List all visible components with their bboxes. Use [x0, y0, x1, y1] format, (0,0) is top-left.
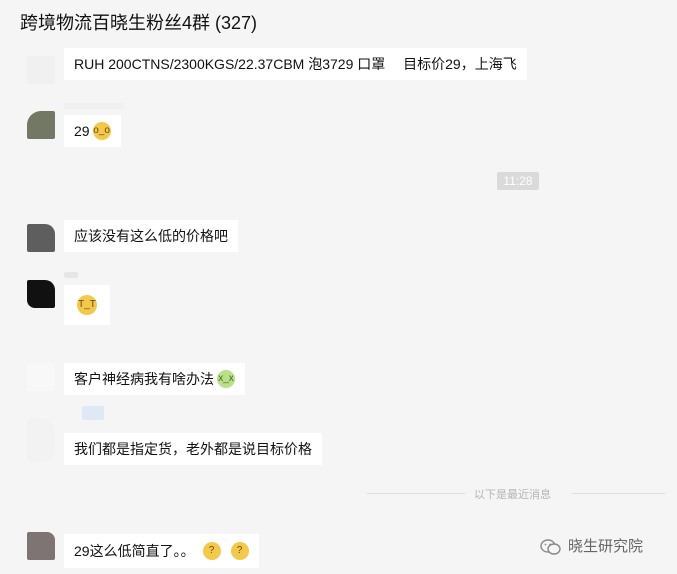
message-text: 29这么低简直了。。: [74, 543, 195, 559]
avatar[interactable]: [27, 111, 55, 139]
message-bubble[interactable]: T_T: [64, 285, 110, 325]
divider-line-right: [572, 493, 665, 494]
message-text: 我们都是指定货，老外都是说目标价格: [74, 441, 312, 457]
message-bubble[interactable]: RUH 200CTNS/2300KGS/22.37CBM 泡3729 口罩 目标…: [64, 48, 527, 80]
divider-line-left: [367, 493, 465, 494]
avatar[interactable]: [27, 363, 55, 391]
message-bubble[interactable]: 客户神经病我有啥办法 x_x: [64, 363, 245, 395]
sender-name: [64, 272, 78, 278]
group-title[interactable]: 跨境物流百晓生粉丝4群 (327): [20, 9, 257, 35]
message-text: 客户神经病我有啥办法: [74, 371, 214, 387]
avatar[interactable]: [27, 532, 55, 560]
message-text: 29: [74, 123, 90, 139]
watermark: 晓生研究院: [540, 535, 643, 556]
message-bubble[interactable]: 应该没有这么低的价格吧: [64, 220, 238, 252]
avatar[interactable]: [27, 56, 55, 84]
chat-header: 跨境物流百晓生粉丝4群 (327): [0, 0, 677, 40]
sender-name: [64, 103, 124, 109]
avatar[interactable]: [27, 280, 55, 308]
recent-messages-divider: 以下是最近消息: [474, 489, 551, 501]
sender-name: [82, 406, 104, 420]
thinking-face-icon: ?: [202, 542, 221, 561]
watermark-text: 晓生研究院: [568, 538, 644, 555]
crying-face-icon: T_T: [77, 295, 97, 316]
message-bubble[interactable]: 我们都是指定货，老外都是说目标价格: [64, 433, 322, 465]
avatar[interactable]: [27, 224, 55, 252]
message-text: RUH 200CTNS/2300KGS/22.37CBM 泡3729 口罩 目标…: [74, 56, 517, 72]
wechat-icon: [540, 539, 561, 555]
message-bubble[interactable]: 29这么低简直了。。??: [64, 534, 259, 568]
thinking-face-icon: ?: [230, 542, 249, 561]
flushed-face-icon: o_o: [92, 122, 111, 141]
timestamp: 11:28: [497, 172, 539, 190]
message-text: 应该没有这么低的价格吧: [74, 228, 228, 244]
nauseated-face-icon: x_x: [217, 370, 235, 389]
message-bubble[interactable]: 29 o_o: [64, 115, 121, 147]
avatar[interactable]: [27, 418, 55, 462]
